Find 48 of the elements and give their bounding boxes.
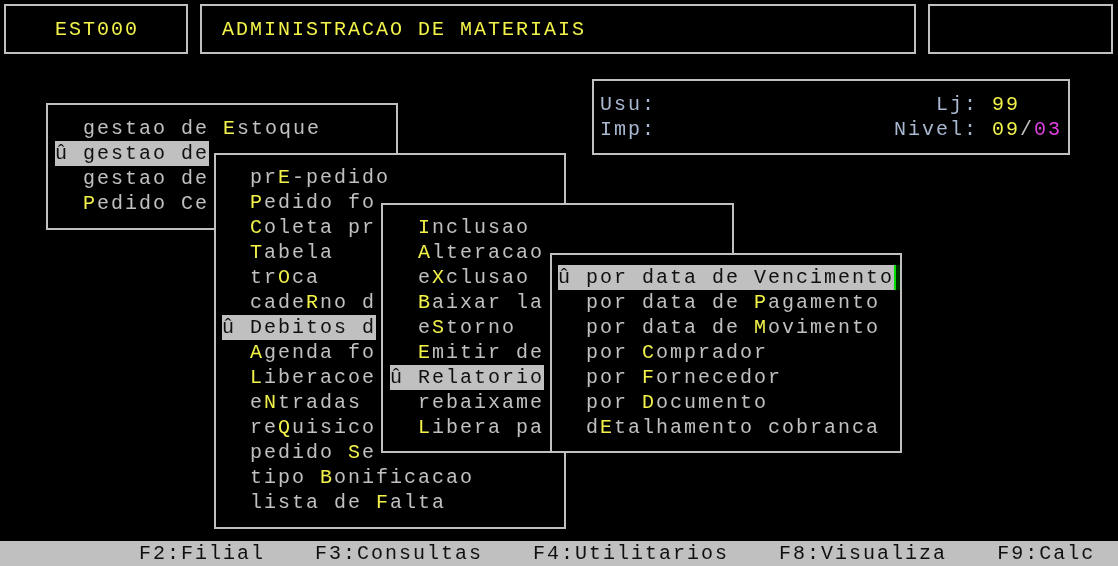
menu-item[interactable]: û por data de Vencimento — [558, 265, 894, 290]
menu-item[interactable]: por Comprador — [558, 340, 894, 365]
menu-item[interactable]: Emitir de — [390, 340, 545, 365]
menu-item[interactable]: Tabela — [222, 240, 376, 265]
text-cursor — [894, 265, 900, 290]
menu-item[interactable]: por data de Pagamento — [558, 290, 894, 315]
menu-item[interactable]: eN tradas — [222, 390, 376, 415]
function-key[interactable]: F8:Visualiza — [779, 541, 948, 566]
menu-item[interactable]: Baixar la — [390, 290, 545, 315]
menu-item[interactable]: tipo Bonificacao — [222, 465, 475, 490]
level-value: 09/03 — [991, 117, 1062, 142]
level-label: Nivel: — [893, 117, 978, 142]
menu-item[interactable]: por Documento — [558, 390, 894, 415]
menu-item[interactable]: eS torno — [390, 315, 544, 340]
menu-item[interactable]: lista de Falta — [222, 490, 447, 515]
store-label: Lj: — [935, 92, 978, 117]
function-key[interactable]: F4:Utilitarios — [533, 541, 730, 566]
menu-item[interactable]: Pedido fo — [222, 190, 377, 215]
menu-item[interactable]: rebaixame — [390, 390, 545, 415]
menu-item[interactable]: Coleta pr — [222, 215, 377, 240]
menu-item[interactable]: prE-pedido — [222, 165, 391, 190]
menu-item[interactable]: por Fornecedor — [558, 365, 894, 390]
menu-item[interactable]: û gestao de — [55, 141, 210, 166]
function-key[interactable]: F9:Calc — [997, 541, 1096, 566]
menu-item[interactable]: cadeRno d — [222, 290, 377, 315]
menu-item[interactable]: gestao de Estoque — [55, 116, 322, 141]
user-label: Usu: — [600, 92, 656, 117]
menu-item[interactable]: Agenda fo — [222, 340, 377, 365]
menu-item[interactable]: por data de Movimento — [558, 315, 894, 340]
menu-item[interactable]: I nclusao — [390, 215, 544, 240]
menu-item[interactable]: Liberacoe — [222, 365, 377, 390]
window-title: ADMINISTRACAO DE MATERIAIS — [200, 4, 916, 54]
menu-item[interactable]: û Relatorio — [390, 365, 545, 390]
menu-item[interactable]: Alteracao — [390, 240, 545, 265]
menu-item[interactable]: pedido Se — [222, 440, 377, 465]
store-value: 99 — [992, 92, 1020, 117]
menu-item[interactable]: trOca — [222, 265, 376, 290]
menu-item[interactable]: dE talhamento cobranca — [558, 415, 894, 440]
menu-item[interactable]: Libera pa — [390, 415, 545, 440]
function-key[interactable]: F2:Filial — [139, 541, 266, 566]
printer-label: Imp: — [600, 117, 656, 142]
menu-item[interactable]: gestao de — [55, 166, 210, 191]
program-code: EST000 — [4, 4, 188, 54]
menu-item[interactable]: eXclusao — [390, 265, 544, 290]
menu-item[interactable]: û Debitos d — [222, 315, 377, 340]
menu-item[interactable]: reQuisico — [222, 415, 377, 440]
menu-item[interactable]: Pedido Ce — [55, 191, 210, 216]
function-key[interactable]: F3:Consultas — [315, 541, 484, 566]
